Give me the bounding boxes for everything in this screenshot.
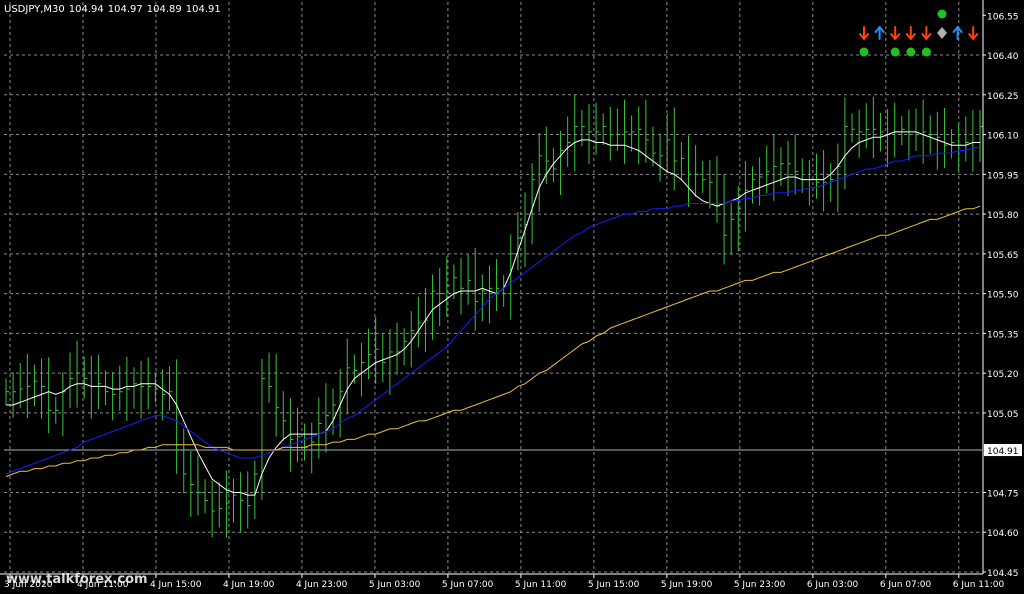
y-tick-label: 105.20 [987, 370, 1019, 380]
price-chart[interactable]: 106.55 106.40 106.25 106.10 105.95 105.80 105.… [0, 0, 1024, 594]
y-tick-label: 105.95 [987, 171, 1019, 181]
y-tick-label: 106.40 [987, 52, 1019, 62]
y-tick-label: 104.60 [987, 529, 1019, 539]
open-price: 104.94 [68, 4, 104, 15]
x-tick-label: 5 Jun 11:00 [515, 580, 567, 590]
chart-background [0, 0, 1024, 594]
x-tick-label: 6 Jun 11:00 [953, 580, 1005, 590]
low-price: 104.89 [146, 4, 182, 15]
x-tick-label: 5 Jun 15:00 [588, 580, 640, 590]
y-tick-label: 104.75 [987, 489, 1019, 499]
signal-dot-icon [906, 47, 916, 57]
x-tick-label: 5 Jun 19:00 [661, 580, 713, 590]
y-tick-label: 105.65 [987, 251, 1019, 261]
x-tick-label: 5 Jun 23:00 [734, 580, 786, 590]
symbol-label: USDJPY,M30 [4, 4, 65, 15]
watermark-text: www.talkforex.com [6, 572, 148, 587]
high-price: 104.97 [107, 4, 143, 15]
x-tick-label: 5 Jun 07:00 [442, 580, 494, 590]
close-price: 104.91 [185, 4, 221, 15]
x-tick-label: 4 Jun 15:00 [150, 580, 202, 590]
x-tick-label: 6 Jun 07:00 [880, 580, 932, 590]
current-price-label: 104.91 [987, 447, 1019, 457]
y-tick-label: 104.45 [987, 569, 1019, 579]
y-tick-label: 106.55 [987, 12, 1019, 22]
signal-dot-icon [937, 9, 947, 19]
y-tick-label: 105.80 [987, 211, 1019, 221]
y-tick-label: 105.35 [987, 330, 1019, 340]
chart-header: USDJPY,M30 104.94 104.97 104.89 104.91 [4, 4, 225, 15]
signal-dot-icon [859, 47, 869, 57]
x-tick-label: 4 Jun 23:00 [296, 580, 348, 590]
y-tick-label: 105.05 [987, 410, 1019, 420]
signal-dot-icon [921, 47, 931, 57]
x-tick-label: 6 Jun 03:00 [807, 580, 859, 590]
y-tick-label: 105.50 [987, 291, 1019, 301]
x-tick-label: 5 Jun 03:00 [369, 580, 421, 590]
x-tick-label: 4 Jun 19:00 [223, 580, 275, 590]
y-tick-label: 106.25 [987, 92, 1019, 102]
y-tick-label: 106.10 [987, 132, 1019, 142]
signal-dot-icon [890, 47, 900, 57]
